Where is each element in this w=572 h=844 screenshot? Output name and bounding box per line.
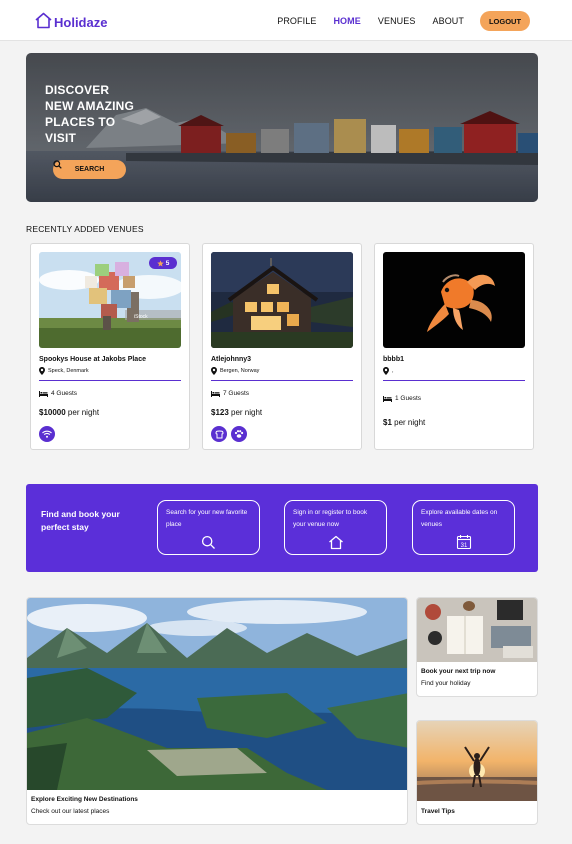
hero-banner: DISCOVER NEW AMAZING PLACES TO VISIT SEA…	[26, 53, 538, 202]
venue-guests: 7 Guests	[211, 390, 249, 397]
hero-search-button[interactable]: SEARCH	[53, 160, 126, 179]
venue-divider	[211, 380, 353, 381]
hero-title: DISCOVER NEW AMAZING PLACES TO VISIT	[45, 82, 145, 146]
venue-divider	[383, 380, 525, 381]
logout-button[interactable]: LOGOUT	[480, 11, 530, 31]
feature-main-subtitle: Check out our latest places	[31, 808, 110, 815]
hero-title-line: PLACES TO	[45, 115, 116, 129]
feature-image	[417, 721, 537, 801]
venue-price-value: $1	[383, 418, 392, 427]
feature-card-book[interactable]: Book your next trip now Find your holida…	[416, 597, 538, 697]
venue-guests-text: 4 Guests	[51, 390, 78, 397]
venue-name: Spookys House at Jakobs Place	[39, 356, 146, 363]
search-icon	[201, 535, 215, 549]
nav-link-home[interactable]: HOME	[333, 16, 360, 26]
nav-link-profile[interactable]: PROFILE	[277, 16, 316, 26]
venue-price-value: $123	[211, 408, 229, 417]
venue-price: $1 per night	[383, 418, 425, 427]
venue-price-suffix: per night	[228, 408, 263, 417]
venue-guests: 4 Guests	[39, 390, 77, 397]
venue-name: Atlejohnny3	[211, 356, 252, 363]
venue-guests-text: 7 Guests	[223, 390, 250, 397]
venue-location: ,	[383, 367, 394, 375]
promo-title: Find and book your perfect stay	[41, 509, 120, 532]
venue-price-suffix: per night	[65, 408, 100, 417]
amenities	[39, 426, 59, 442]
venue-image[interactable]	[383, 252, 525, 348]
promo-banner: Find and book your perfect stay Search f…	[26, 484, 538, 572]
venue-location: Bergen, Norway	[211, 367, 259, 375]
wifi-icon	[39, 426, 55, 442]
recent-venues-heading: RECENTLY ADDED VENUES	[26, 224, 144, 234]
search-icon	[53, 160, 62, 169]
rating-badge: 5	[149, 257, 177, 269]
bed-icon	[211, 390, 220, 397]
logo-text: Holidaze	[54, 15, 108, 30]
venue-location-text: ,	[392, 368, 394, 374]
amenities	[211, 426, 251, 442]
feature-card-tips[interactable]: Travel Tips	[416, 720, 538, 825]
calendar-icon: 31	[456, 535, 471, 550]
top-navbar: Holidaze PROFILE HOME VENUES ABOUT LOGOU…	[0, 0, 572, 41]
venue-photo	[383, 252, 525, 348]
venue-guests: 1 Guests	[383, 395, 421, 402]
map-pin-icon	[39, 367, 45, 375]
calendar-icon-day: 31	[460, 543, 467, 549]
venue-price: $10000 per night	[39, 408, 99, 417]
feature-main-title: Explore Exciting New Destinations	[31, 796, 138, 803]
feature-card-main[interactable]: Explore Exciting New Destinations Check …	[26, 597, 408, 825]
venue-price: $123 per night	[211, 408, 262, 417]
promo-box-text: Sign in or register to book your venue n…	[293, 509, 368, 528]
feature-tips-title: Travel Tips	[421, 808, 455, 815]
promo-box-text: Search for your new favorite place	[166, 509, 248, 528]
feature-book-subtitle: Find your holiday	[421, 680, 471, 687]
house-icon	[328, 535, 343, 550]
venue-image[interactable]: iStock 5	[39, 252, 181, 348]
nav-links: PROFILE HOME VENUES ABOUT LOGOUT	[260, 11, 530, 31]
venue-image[interactable]	[211, 252, 353, 348]
rating-value: 5	[165, 259, 170, 267]
promo-dates-box[interactable]: Explore available dates on venues 31	[412, 500, 515, 555]
pets-icon	[231, 426, 247, 442]
promo-signin-box[interactable]: Sign in or register to book your venue n…	[284, 500, 387, 555]
breakfast-icon	[211, 426, 227, 442]
venue-price-value: $10000	[39, 408, 66, 417]
bed-icon	[39, 390, 48, 397]
venue-guests-text: 1 Guests	[395, 395, 422, 402]
venue-location-text: Bergen, Norway	[220, 368, 260, 374]
nav-link-venues[interactable]: VENUES	[378, 16, 416, 26]
venue-location-text: Speck, Denmark	[48, 368, 89, 374]
venue-card[interactable]: bbbb1 , 1 Guests $1 per night	[374, 243, 534, 450]
hero-search-label: SEARCH	[74, 166, 105, 173]
map-pin-icon	[211, 367, 217, 375]
nav-link-about[interactable]: ABOUT	[432, 16, 464, 26]
star-icon	[156, 259, 164, 267]
bed-icon	[383, 395, 392, 402]
feature-image	[417, 598, 537, 662]
svg-text:iStock: iStock	[134, 314, 148, 320]
venue-divider	[39, 380, 181, 381]
logo[interactable]: Holidaze	[34, 11, 107, 30]
hero-title-line: VISIT	[45, 131, 77, 145]
venue-card[interactable]: Atlejohnny3 Bergen, Norway 7 Guests $123…	[202, 243, 362, 450]
house-icon	[35, 12, 52, 29]
feature-image	[27, 598, 407, 790]
promo-search-box[interactable]: Search for your new favorite place	[157, 500, 260, 555]
map-pin-icon	[383, 367, 389, 375]
venue-location: Speck, Denmark	[39, 367, 89, 375]
feature-book-title: Book your next trip now	[421, 668, 496, 675]
venue-name: bbbb1	[383, 356, 404, 363]
venue-photo	[211, 252, 353, 348]
hero-title-line: DISCOVER	[45, 83, 110, 97]
venue-card[interactable]: iStock 5 Spookys House at Jakobs Place S…	[30, 243, 190, 450]
venue-price-suffix: per night	[391, 418, 426, 427]
promo-box-text: Explore available dates on venues	[421, 509, 498, 528]
hero-title-line: NEW AMAZING	[45, 99, 135, 113]
